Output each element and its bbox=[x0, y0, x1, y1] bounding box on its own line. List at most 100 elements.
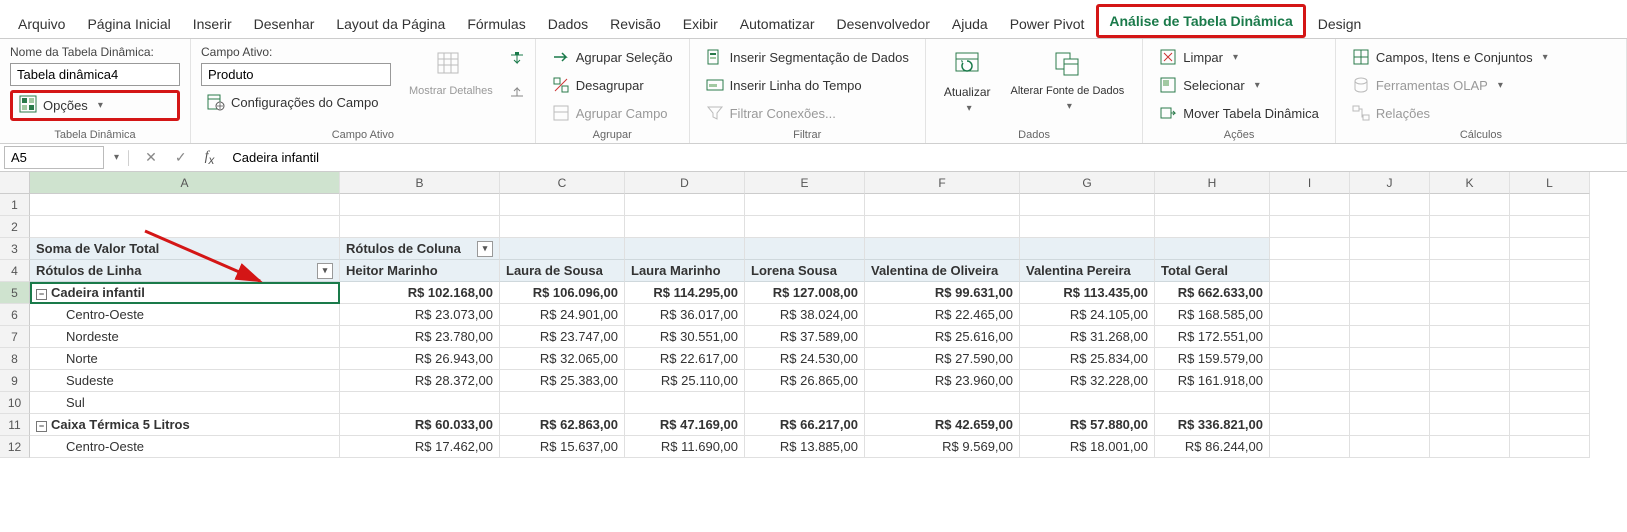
olap-button[interactable]: Ferramentas OLAP▾ bbox=[1346, 73, 1616, 97]
selecionar-button[interactable]: Selecionar▾ bbox=[1153, 73, 1325, 97]
inserir-segmentacao-button[interactable]: Inserir Segmentação de Dados bbox=[700, 45, 915, 69]
cell[interactable] bbox=[1510, 260, 1590, 282]
pivot-value[interactable]: R$ 11.690,00 bbox=[625, 436, 745, 458]
pivot-value[interactable]: R$ 37.589,00 bbox=[745, 326, 865, 348]
cell[interactable] bbox=[500, 238, 625, 260]
pivot-value[interactable]: R$ 23.780,00 bbox=[340, 326, 500, 348]
pivot-value[interactable]: R$ 172.551,00 bbox=[1155, 326, 1270, 348]
column-header[interactable]: C bbox=[500, 172, 625, 194]
pivot-value[interactable]: R$ 18.001,00 bbox=[1020, 436, 1155, 458]
pivot-col-label[interactable]: Total Geral bbox=[1155, 260, 1270, 282]
filter-icon[interactable]: ▾ bbox=[477, 241, 493, 257]
pivot-value[interactable]: R$ 32.065,00 bbox=[500, 348, 625, 370]
cell[interactable] bbox=[340, 216, 500, 238]
pivot-row-label[interactable]: −Cadeira infantil bbox=[30, 282, 340, 304]
pivot-value[interactable]: R$ 26.943,00 bbox=[340, 348, 500, 370]
pivot-value[interactable]: R$ 15.637,00 bbox=[500, 436, 625, 458]
cell[interactable] bbox=[1510, 436, 1590, 458]
pivot-col-label-header[interactable]: Rótulos de Coluna ▾ bbox=[340, 238, 500, 260]
pivot-value[interactable]: R$ 25.110,00 bbox=[625, 370, 745, 392]
cell[interactable] bbox=[1155, 194, 1270, 216]
pivot-value[interactable]: R$ 23.747,00 bbox=[500, 326, 625, 348]
pivot-value[interactable]: R$ 28.372,00 bbox=[340, 370, 500, 392]
pivot-row-label[interactable]: −Caixa Térmica 5 Litros bbox=[30, 414, 340, 436]
collapse-icon[interactable]: − bbox=[36, 289, 47, 300]
pivot-value[interactable]: R$ 161.918,00 bbox=[1155, 370, 1270, 392]
cell[interactable] bbox=[1350, 304, 1430, 326]
cell[interactable] bbox=[865, 216, 1020, 238]
drill-down-icon[interactable] bbox=[509, 51, 525, 70]
cell[interactable] bbox=[1350, 392, 1430, 414]
mostrar-detalhes-button[interactable]: Mostrar Detalhes bbox=[401, 45, 501, 101]
column-header[interactable]: G bbox=[1020, 172, 1155, 194]
pivot-value[interactable]: R$ 114.295,00 bbox=[625, 282, 745, 304]
column-header[interactable]: L bbox=[1510, 172, 1590, 194]
tab-an-lise-de-tabela-din-mica[interactable]: Análise de Tabela Dinâmica bbox=[1096, 4, 1305, 38]
cell[interactable] bbox=[30, 216, 340, 238]
pivot-value[interactable]: R$ 36.017,00 bbox=[625, 304, 745, 326]
cell[interactable] bbox=[1350, 216, 1430, 238]
cell[interactable] bbox=[625, 194, 745, 216]
tab-p-gina-inicial[interactable]: Página Inicial bbox=[77, 10, 180, 38]
column-header[interactable]: F bbox=[865, 172, 1020, 194]
inserir-linha-tempo-button[interactable]: Inserir Linha do Tempo bbox=[700, 73, 915, 97]
cell[interactable] bbox=[1350, 238, 1430, 260]
cell[interactable] bbox=[1430, 216, 1510, 238]
cell[interactable] bbox=[1510, 304, 1590, 326]
cell[interactable] bbox=[1430, 326, 1510, 348]
pivot-value[interactable]: R$ 42.659,00 bbox=[865, 414, 1020, 436]
cell[interactable] bbox=[1510, 392, 1590, 414]
cell[interactable] bbox=[1350, 436, 1430, 458]
cell[interactable] bbox=[1430, 260, 1510, 282]
chevron-down-icon[interactable]: ▾ bbox=[114, 152, 119, 163]
atualizar-button[interactable]: Atualizar ▾ bbox=[936, 45, 999, 118]
pivot-value[interactable]: R$ 25.616,00 bbox=[865, 326, 1020, 348]
pivot-col-label[interactable]: Laura Marinho bbox=[625, 260, 745, 282]
cell[interactable] bbox=[1510, 282, 1590, 304]
cell[interactable] bbox=[1270, 414, 1350, 436]
cell[interactable] bbox=[1270, 194, 1350, 216]
cell[interactable] bbox=[1430, 414, 1510, 436]
cell[interactable] bbox=[1430, 238, 1510, 260]
spreadsheet-grid[interactable]: ABCDEFGHIJKL123Soma de Valor TotalRótulo… bbox=[0, 172, 1627, 458]
pivot-value[interactable]: R$ 26.865,00 bbox=[745, 370, 865, 392]
cell[interactable] bbox=[1510, 370, 1590, 392]
pivot-value[interactable]: R$ 38.024,00 bbox=[745, 304, 865, 326]
cell[interactable] bbox=[1510, 326, 1590, 348]
field-settings-button[interactable]: Configurações do Campo bbox=[201, 90, 391, 114]
row-header[interactable]: 6 bbox=[0, 304, 30, 326]
pivot-row-label-header[interactable]: Rótulos de Linha ▾ bbox=[30, 260, 340, 282]
cell[interactable] bbox=[500, 216, 625, 238]
cell[interactable] bbox=[1350, 282, 1430, 304]
pivot-value[interactable]: R$ 336.821,00 bbox=[1155, 414, 1270, 436]
pivot-value[interactable] bbox=[500, 392, 625, 414]
pivot-value[interactable]: R$ 662.633,00 bbox=[1155, 282, 1270, 304]
tab-f-rmulas[interactable]: Fórmulas bbox=[457, 10, 535, 38]
column-header[interactable]: J bbox=[1350, 172, 1430, 194]
column-header[interactable]: I bbox=[1270, 172, 1350, 194]
pivot-value[interactable] bbox=[745, 392, 865, 414]
pivot-name-input[interactable] bbox=[10, 63, 180, 86]
tab-desenhar[interactable]: Desenhar bbox=[244, 10, 325, 38]
pivot-value[interactable]: R$ 159.579,00 bbox=[1155, 348, 1270, 370]
tab-design[interactable]: Design bbox=[1308, 10, 1372, 38]
column-header[interactable]: H bbox=[1155, 172, 1270, 194]
collapse-icon[interactable]: − bbox=[36, 421, 47, 432]
row-header[interactable]: 3 bbox=[0, 238, 30, 260]
pivot-value[interactable]: R$ 47.169,00 bbox=[625, 414, 745, 436]
pivot-value[interactable]: R$ 31.268,00 bbox=[1020, 326, 1155, 348]
cell[interactable] bbox=[1270, 348, 1350, 370]
pivot-value[interactable]: R$ 23.960,00 bbox=[865, 370, 1020, 392]
cell[interactable] bbox=[1510, 348, 1590, 370]
cell[interactable] bbox=[30, 194, 340, 216]
pivot-value[interactable]: R$ 22.617,00 bbox=[625, 348, 745, 370]
pivot-row-label[interactable]: Norte bbox=[30, 348, 340, 370]
pivot-value[interactable]: R$ 168.585,00 bbox=[1155, 304, 1270, 326]
pivot-value[interactable]: R$ 9.569,00 bbox=[865, 436, 1020, 458]
cell[interactable] bbox=[745, 194, 865, 216]
row-header[interactable]: 7 bbox=[0, 326, 30, 348]
pivot-value[interactable]: R$ 25.383,00 bbox=[500, 370, 625, 392]
cell[interactable] bbox=[1270, 238, 1350, 260]
pivot-value[interactable]: R$ 127.008,00 bbox=[745, 282, 865, 304]
cell[interactable] bbox=[1155, 216, 1270, 238]
